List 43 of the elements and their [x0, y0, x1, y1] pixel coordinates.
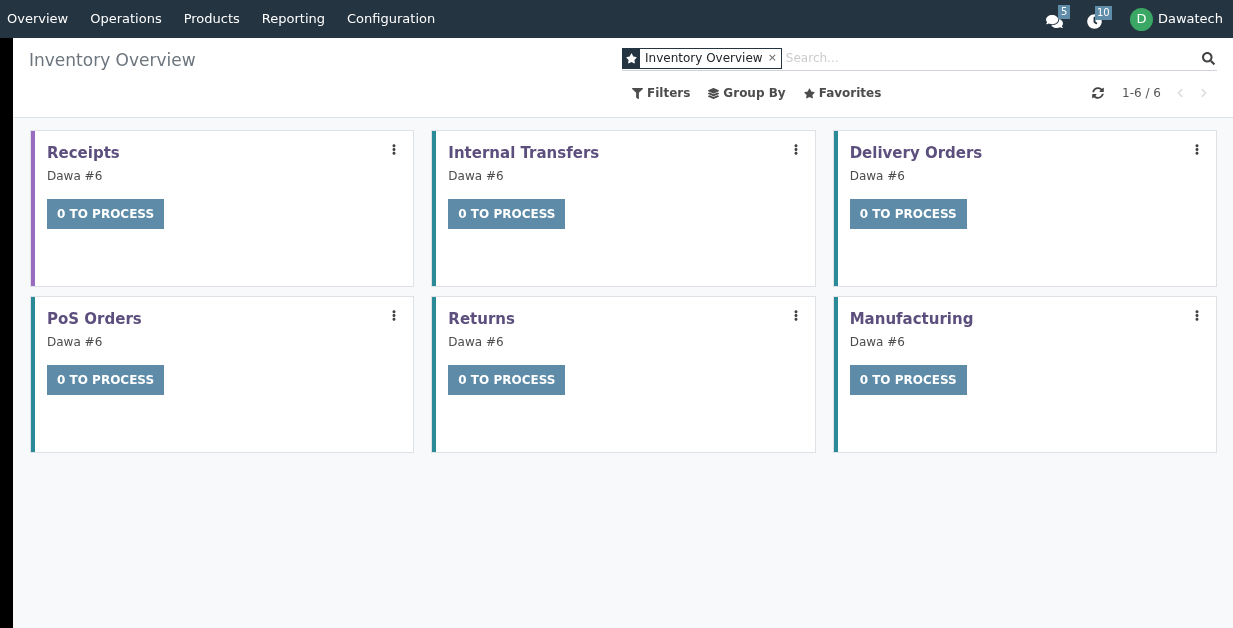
search-facet[interactable]: Inventory Overview × [622, 47, 782, 69]
card-subtitle: Dawa #6 [47, 333, 103, 351]
to-process-button[interactable]: 0 TO PROCESS [448, 198, 566, 229]
star-icon [626, 52, 637, 64]
search-icon[interactable] [1202, 51, 1215, 65]
filter-icon [632, 87, 643, 99]
card-title[interactable]: Delivery Orders [849, 142, 983, 165]
to-process-button[interactable]: 0 TO PROCESS [849, 198, 967, 229]
card-subtitle: Dawa #6 [448, 333, 504, 351]
to-process-button[interactable]: 0 TO PROCESS [448, 364, 566, 395]
to-process-button[interactable]: 0 TO PROCESS [47, 198, 165, 229]
card-title[interactable]: PoS Orders [47, 308, 142, 331]
breadcrumb-title: Inventory Overview [29, 50, 196, 70]
menu-item[interactable]: Reporting [261, 9, 326, 29]
filter-button[interactable]: Filters [632, 84, 691, 102]
filter-button[interactable]: Group By [708, 84, 786, 102]
card-subtitle: Dawa #6 [448, 167, 504, 185]
menu-item[interactable]: Operations [90, 9, 162, 29]
facet-remove[interactable]: × [767, 49, 781, 67]
more-icon[interactable] [1192, 144, 1202, 155]
pager-value: 1-6 / 6 [1122, 85, 1161, 102]
chat-icon[interactable] [1045, 12, 1063, 30]
card-title[interactable]: Internal Transfers [448, 142, 600, 165]
to-process-button[interactable]: 0 TO PROCESS [47, 364, 165, 395]
menu-item[interactable]: Configuration [347, 9, 436, 29]
card-subtitle: Dawa #6 [47, 167, 103, 185]
activity-count-badge: 10 [1094, 5, 1112, 20]
message-count-badge: 5 [1057, 4, 1071, 19]
card-title[interactable]: Manufacturing [849, 308, 974, 331]
card-title[interactable]: Receipts [47, 142, 120, 165]
card-subtitle: Dawa #6 [849, 333, 905, 351]
star-icon [803, 87, 815, 99]
user-name[interactable]: Dawatech [1157, 9, 1223, 29]
layers-icon [708, 87, 720, 99]
card-title[interactable]: Returns [448, 308, 515, 331]
menu-item[interactable]: Products [183, 9, 240, 29]
menu-item[interactable]: Overview [7, 9, 69, 29]
more-icon[interactable] [1192, 310, 1202, 321]
filter-button[interactable]: Favorites [803, 84, 882, 102]
refresh-icon[interactable] [1092, 87, 1105, 99]
card-subtitle: Dawa #6 [849, 167, 905, 185]
facet-label: Inventory Overview [644, 50, 764, 67]
to-process-button[interactable]: 0 TO PROCESS [849, 364, 967, 395]
